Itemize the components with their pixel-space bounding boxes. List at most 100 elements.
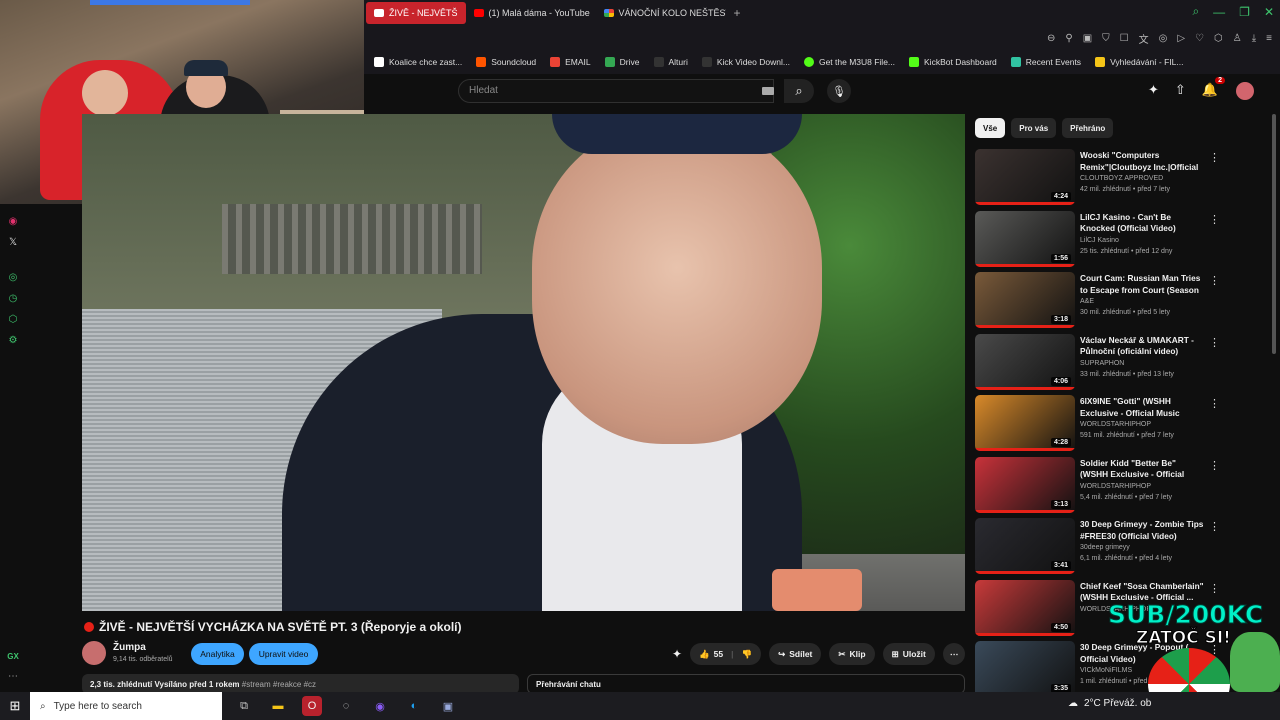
video-player[interactable] <box>82 114 965 611</box>
tab-live[interactable]: ŽIVĚ - NEJVĚTŠ <box>366 2 466 24</box>
close-icon[interactable]: ✕ <box>1264 5 1274 19</box>
bookmark-item[interactable]: EMAIL <box>550 57 591 67</box>
recommendation-channel[interactable]: CLOUTBOYZ APPROVED <box>1080 175 1163 182</box>
voice-search-button[interactable]: 🎙 <box>827 79 851 103</box>
instagram-icon[interactable]: ◉ <box>9 216 18 227</box>
player-icon[interactable]: ◎ <box>9 272 18 283</box>
bookmark-item[interactable]: Get the M3U8 File... <box>803 57 895 67</box>
recommendation-channel[interactable]: LilCJ Kasino <box>1080 237 1119 244</box>
tab-youtube[interactable]: (1) Malá dáma - YouTube <box>466 2 596 24</box>
chip-watched[interactable]: Přehráno <box>1062 118 1114 138</box>
like-button[interactable]: 👍 55 | 👎 <box>690 643 762 665</box>
bookmark-item[interactable]: Kick Video Downl... <box>701 57 790 67</box>
video-thumbnail[interactable]: 4:24 <box>975 149 1075 205</box>
video-thumbnail[interactable]: 1:56 <box>975 210 1075 267</box>
more-icon[interactable]: ⋮ <box>1209 520 1220 533</box>
recommendation-title[interactable]: Court Cam: Russian Man Tries to Escape f… <box>1080 273 1205 297</box>
weather-widget[interactable]: ☁ 2°C Převáž. ob <box>1068 698 1151 709</box>
heart-icon[interactable]: ♡ <box>1195 33 1204 44</box>
more-button[interactable]: ⋯ <box>942 643 966 665</box>
recommendation-item[interactable]: 3:41 30 Deep Grimeyy - Zombie Tips #FREE3… <box>975 518 1265 576</box>
keyboard-icon[interactable] <box>762 87 774 95</box>
play-icon[interactable]: ▷ <box>1177 33 1185 44</box>
more-icon[interactable]: ⋮ <box>1209 336 1220 349</box>
recommendation-channel[interactable]: A&E <box>1080 298 1094 305</box>
video-thumbnail[interactable]: 3:13 <box>975 456 1075 513</box>
recommendation-item[interactable]: 4:28 6IX9INE "Gotti" (WSHH Exclusive - Of… <box>975 395 1265 453</box>
recommendation-title[interactable]: Soldier Kidd "Better Be" (WSHH Exclusive… <box>1080 458 1205 482</box>
chip-all[interactable]: Vše <box>975 118 1006 138</box>
x-icon[interactable]: 𝕏 <box>9 237 17 248</box>
more-icon[interactable]: ⋯ <box>8 671 18 682</box>
recommendation-channel[interactable]: SUPRAPHON <box>1080 360 1124 367</box>
avatar[interactable] <box>1236 82 1254 100</box>
opera-gx-icon[interactable]: O <box>302 696 322 716</box>
translate-icon[interactable]: 文 <box>1139 31 1149 46</box>
tab-kolo[interactable]: VÁNOČNÍ KOLO NEŠTĚSTÍ <box>596 2 726 24</box>
recommendation-title[interactable]: Wooski "Computers Remix"|Cloutboyz Inc.|… <box>1080 150 1205 174</box>
video-thumbnail[interactable]: 3:35 <box>975 641 1075 697</box>
clip-button[interactable]: ✂ Klip <box>829 643 875 665</box>
bookmark-item[interactable]: Drive <box>604 57 640 67</box>
bookmark-item[interactable]: Vyhledávání - FIL... <box>1095 57 1183 67</box>
share-button[interactable]: ↪ Sdílet <box>769 643 822 665</box>
recommendation-channel[interactable]: WORLDSTARHIPHOP <box>1080 421 1151 428</box>
more-icon[interactable]: ⋮ <box>1209 459 1220 472</box>
video-thumbnail[interactable]: 3:18 <box>975 272 1075 328</box>
more-icon[interactable]: ⋮ <box>1209 213 1220 226</box>
scrollbar[interactable] <box>1272 114 1276 354</box>
channel-avatar[interactable] <box>82 641 106 665</box>
save-button[interactable]: ⊞ Uložit <box>882 643 935 665</box>
app-icon[interactable]: ◌ <box>336 696 356 716</box>
bookmark-item[interactable]: Koalice chce zast... <box>374 57 462 67</box>
task-view-icon[interactable]: ⧉ <box>234 696 254 716</box>
zoom-icon[interactable]: ⊖ <box>1047 33 1055 44</box>
video-thumbnail[interactable]: 4:50 <box>975 579 1075 636</box>
video-thumbnail[interactable]: 4:06 <box>975 333 1075 390</box>
edit-video-button[interactable]: Upravit video <box>249 643 318 665</box>
bookmark-item[interactable]: KickBot Dashboard <box>909 57 997 67</box>
extensions-icon[interactable]: ⬡ <box>1214 33 1223 44</box>
camera-icon[interactable]: ◎ <box>1159 33 1168 44</box>
search-button[interactable]: ⌕ <box>784 79 814 103</box>
bookmark-icon[interactable]: ☐ <box>1120 33 1129 44</box>
recommendation-channel[interactable]: WORLDSTARHIPHOP <box>1080 483 1151 490</box>
recommendation-title[interactable]: Václav Neckář & UMAKART - Půlnoční (ofic… <box>1080 335 1205 358</box>
edge-icon[interactable]: ◐ <box>404 696 424 716</box>
recommendation-item[interactable]: 4:24 Wooski "Computers Remix"|Cloutboyz I… <box>975 149 1265 207</box>
shield-icon[interactable]: ⛉ <box>1102 33 1110 44</box>
recommendation-item[interactable]: 3:18 Court Cam: Russian Man Tries to Esca… <box>975 272 1265 330</box>
recommendation-item[interactable]: 3:13 Soldier Kidd "Better Be" (WSHH Exclu… <box>975 456 1265 515</box>
chip-for-you[interactable]: Pro vás <box>1011 118 1057 138</box>
recommendation-title[interactable]: 6IX9INE "Gotti" (WSHH Exclusive - Offici… <box>1080 396 1205 420</box>
chat-replay[interactable]: Přehrávání chatu <box>527 674 965 694</box>
start-button[interactable]: ⊞ <box>0 692 30 720</box>
video-thumbnail[interactable]: 4:28 <box>975 395 1075 451</box>
taskbar-search[interactable]: ⌕ Type here to search <box>30 692 222 720</box>
extensions-icon[interactable]: ⬡ <box>9 314 18 325</box>
more-icon[interactable]: ⋮ <box>1209 397 1220 410</box>
pin-icon[interactable]: ⚲ <box>1065 33 1072 44</box>
recommendation-item[interactable]: 4:06 Václav Neckář & UMAKART - Půlnoční (… <box>975 333 1265 392</box>
sparkle-icon[interactable]: ✦ <box>672 647 682 661</box>
analytics-button[interactable]: Analytika <box>191 643 244 665</box>
search-input[interactable]: Hledat <box>458 79 774 103</box>
channel-name[interactable]: Žumpa <box>113 642 146 653</box>
history-icon[interactable]: ◷ <box>9 293 18 304</box>
sparkle-icon[interactable]: ✦ <box>1148 82 1159 98</box>
window-icon[interactable]: ▣ <box>438 696 458 716</box>
file-explorer-icon[interactable]: ▬ <box>268 696 288 716</box>
more-icon[interactable]: ⋮ <box>1209 274 1220 287</box>
recommendation-title[interactable]: 30 Deep Grimeyy - Zombie Tips #FREE30 (O… <box>1080 519 1205 542</box>
more-icon[interactable]: ⋮ <box>1209 582 1220 595</box>
download-icon[interactable]: ⤓ <box>1252 33 1256 44</box>
new-tab-button[interactable]: + <box>726 2 749 24</box>
recommendation-item[interactable]: 1:56 LilCJ Kasino - Can't Be Knocked (Off… <box>975 210 1265 269</box>
gx-icon[interactable]: GX <box>7 652 19 661</box>
bookmark-item[interactable]: Alturi <box>653 57 688 67</box>
bookmark-item[interactable]: Recent Events <box>1010 57 1081 67</box>
thumbs-down-icon[interactable]: 👎 <box>742 649 753 660</box>
screenshot-icon[interactable]: ▣ <box>1083 33 1092 44</box>
minimize-icon[interactable]: — <box>1213 5 1225 19</box>
notifications-button[interactable]: 🔔 2 <box>1202 77 1225 98</box>
